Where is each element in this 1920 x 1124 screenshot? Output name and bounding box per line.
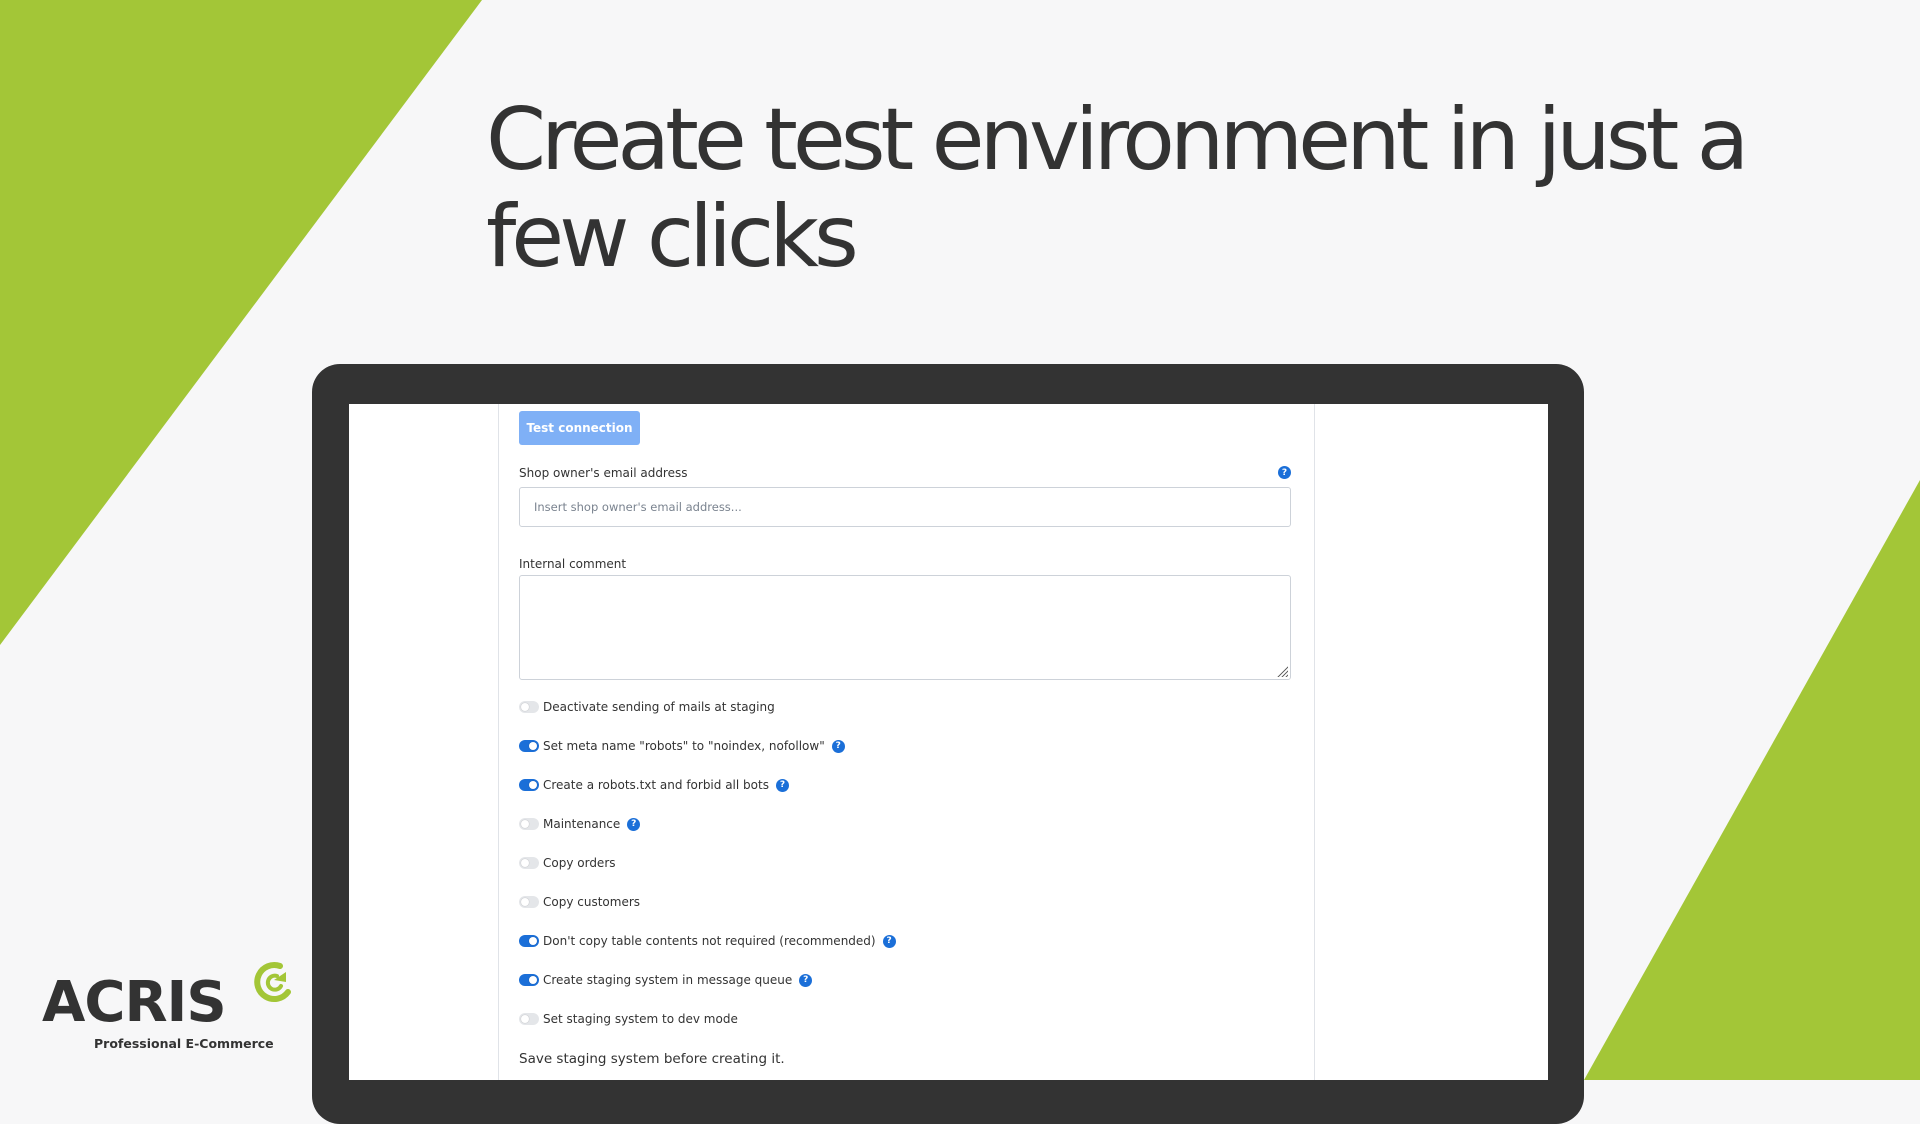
email-input[interactable] — [519, 487, 1291, 527]
toggle-label: Create a robots.txt and forbid all bots — [543, 778, 769, 792]
toggle-label: Create staging system in message queue — [543, 973, 793, 987]
help-icon[interactable]: ? — [882, 934, 896, 948]
email-label: Shop owner's email address — [519, 466, 688, 480]
acris-logo: ACRIS Professional E-Commerce — [42, 960, 302, 1055]
toggle-switch[interactable] — [519, 740, 539, 752]
toggle-row[interactable]: Deactivate sending of mails at staging — [519, 698, 775, 716]
toggle-label: Deactivate sending of mails at staging — [543, 700, 775, 714]
toggle-row[interactable]: Copy orders — [519, 854, 616, 872]
toggle-switch[interactable] — [519, 779, 539, 791]
logo-wordmark: ACRIS — [42, 970, 227, 1035]
device-screen: Test connection Shop owner's email addre… — [349, 404, 1548, 1080]
toggle-row[interactable]: Don't copy table contents not required (… — [519, 932, 896, 950]
comment-label: Internal comment — [519, 557, 627, 571]
toggle-switch[interactable] — [519, 818, 539, 830]
toggle-label: Don't copy table contents not required (… — [543, 934, 876, 948]
toggle-switch[interactable] — [519, 935, 539, 947]
toggle-label: Set meta name "robots" to "noindex, nofo… — [543, 739, 825, 753]
logo-tagline: Professional E-Commerce — [94, 1036, 274, 1051]
help-icon[interactable]: ? — [831, 739, 845, 753]
resize-handle-icon[interactable] — [1276, 665, 1288, 677]
toggle-switch[interactable] — [519, 974, 539, 986]
toggle-row[interactable]: Create staging system in message queue? — [519, 971, 813, 989]
toggle-row[interactable]: Maintenance? — [519, 815, 641, 833]
help-icon[interactable]: ? — [775, 778, 789, 792]
toggle-label: Set staging system to dev mode — [543, 1012, 738, 1026]
help-icon[interactable]: ? — [799, 973, 813, 987]
save-note: Save staging system before creating it. — [519, 1051, 785, 1067]
test-connection-button[interactable]: Test connection — [519, 411, 640, 445]
help-icon[interactable]: ? — [627, 817, 641, 831]
headline: Create test environment in just a few cl… — [486, 90, 1749, 287]
toggle-switch[interactable] — [519, 896, 539, 908]
toggle-row[interactable]: Create a robots.txt and forbid all bots? — [519, 776, 789, 794]
toggle-switch[interactable] — [519, 1013, 539, 1025]
toggle-switch[interactable] — [519, 701, 539, 713]
toggle-row[interactable]: Set meta name "robots" to "noindex, nofo… — [519, 737, 845, 755]
acris-c-icon — [254, 962, 291, 1002]
email-help-icon[interactable]: ? — [1278, 466, 1291, 479]
toggle-label: Copy customers — [543, 895, 641, 909]
toggle-row[interactable]: Copy customers — [519, 893, 640, 911]
comment-textarea[interactable] — [519, 575, 1291, 680]
toggle-switch[interactable] — [519, 857, 539, 869]
toggle-label: Copy orders — [543, 856, 616, 870]
toggle-label: Maintenance — [543, 817, 621, 831]
toggle-row[interactable]: Set staging system to dev mode — [519, 1010, 738, 1028]
